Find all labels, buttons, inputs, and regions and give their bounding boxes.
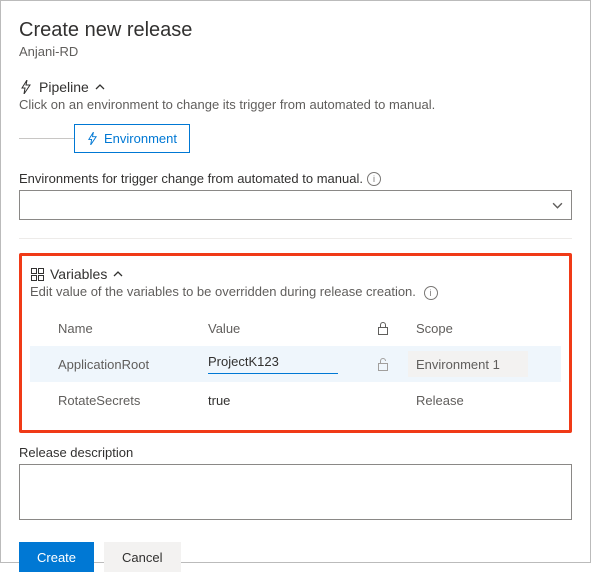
var-name: RotateSecrets bbox=[58, 393, 208, 408]
chevron-up-icon bbox=[113, 269, 123, 279]
lock-icon bbox=[377, 322, 389, 335]
variables-section-header[interactable]: Variables bbox=[30, 266, 561, 282]
variables-table: Name Value Scope ApplicationRoot Project… bbox=[30, 310, 561, 418]
var-value-input[interactable]: ProjectK123 bbox=[208, 354, 338, 374]
variables-description: Edit value of the variables to be overri… bbox=[30, 284, 561, 300]
col-scope: Scope bbox=[408, 321, 561, 336]
var-scope: Release bbox=[408, 393, 561, 408]
pipeline-section-label: Pipeline bbox=[39, 79, 89, 95]
table-row[interactable]: ApplicationRoot ProjectK123 Environment … bbox=[30, 346, 561, 382]
lightning-icon bbox=[19, 80, 33, 94]
pipeline-visual: Environment bbox=[19, 124, 572, 153]
environment-stage[interactable]: Environment bbox=[74, 124, 190, 153]
create-button[interactable]: Create bbox=[19, 542, 94, 572]
col-name: Name bbox=[58, 321, 208, 336]
release-description-input[interactable] bbox=[19, 464, 572, 520]
page-title: Create new release bbox=[19, 19, 572, 42]
unlock-icon bbox=[377, 358, 389, 371]
info-icon[interactable]: i bbox=[424, 286, 438, 300]
lock-button[interactable] bbox=[358, 358, 408, 371]
table-row[interactable]: RotateSecrets true Release bbox=[30, 382, 561, 418]
var-name: ApplicationRoot bbox=[58, 357, 208, 372]
environment-select[interactable] bbox=[19, 190, 572, 220]
col-value: Value bbox=[208, 321, 358, 336]
pipeline-connector bbox=[19, 138, 74, 139]
cancel-button[interactable]: Cancel bbox=[104, 542, 180, 572]
env-select-label: Environments for trigger change from aut… bbox=[19, 171, 572, 186]
chevron-down-icon bbox=[552, 200, 563, 211]
release-description-label: Release description bbox=[19, 445, 572, 460]
pipeline-description: Click on an environment to change its tr… bbox=[19, 97, 572, 112]
environment-stage-label: Environment bbox=[104, 131, 177, 146]
variables-section-label: Variables bbox=[50, 266, 107, 282]
col-lock bbox=[358, 322, 408, 335]
action-bar: Create Cancel bbox=[19, 542, 572, 572]
section-divider bbox=[19, 238, 572, 239]
lightning-icon bbox=[87, 132, 98, 145]
table-header-row: Name Value Scope bbox=[30, 310, 561, 346]
variables-section: Variables Edit value of the variables to… bbox=[19, 253, 572, 433]
var-scope[interactable]: Environment 1 bbox=[408, 351, 528, 377]
pipeline-name: Anjani-RD bbox=[19, 44, 572, 59]
var-value-input[interactable]: true bbox=[208, 393, 358, 408]
info-icon[interactable]: i bbox=[367, 172, 381, 186]
grid-icon bbox=[30, 267, 44, 281]
chevron-up-icon bbox=[95, 82, 105, 92]
pipeline-section-header[interactable]: Pipeline bbox=[19, 79, 572, 95]
